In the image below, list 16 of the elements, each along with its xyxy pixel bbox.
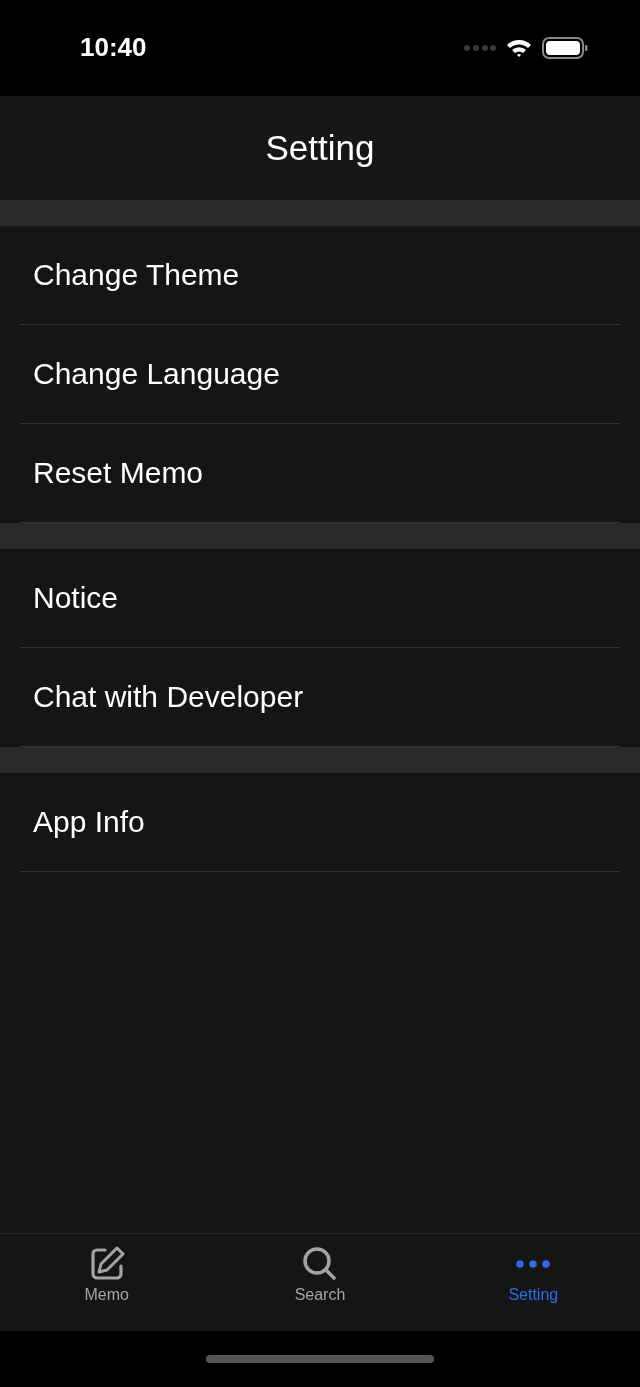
tab[interactable]: Setting — [426, 1234, 640, 1331]
tab[interactable]: Search — [213, 1234, 427, 1331]
wifi-icon — [506, 38, 532, 58]
home-indicator[interactable] — [206, 1355, 434, 1363]
settings-item[interactable]: Notice — [33, 581, 119, 615]
settings-item[interactable]: Change Theme — [33, 258, 240, 292]
settings-item[interactable]: Change Language — [33, 357, 280, 391]
settings-item[interactable]: Chat with Developer — [33, 680, 304, 714]
signal-icon — [464, 44, 496, 52]
more-icon — [515, 1259, 552, 1269]
tab[interactable]: Memo — [0, 1234, 214, 1331]
status-time: 10:40 — [80, 31, 147, 63]
battery-icon — [542, 37, 588, 59]
settings-item[interactable]: App Info — [33, 805, 145, 839]
settings-item[interactable]: Reset Memo — [33, 456, 204, 490]
screen-title: Setting — [265, 128, 375, 168]
